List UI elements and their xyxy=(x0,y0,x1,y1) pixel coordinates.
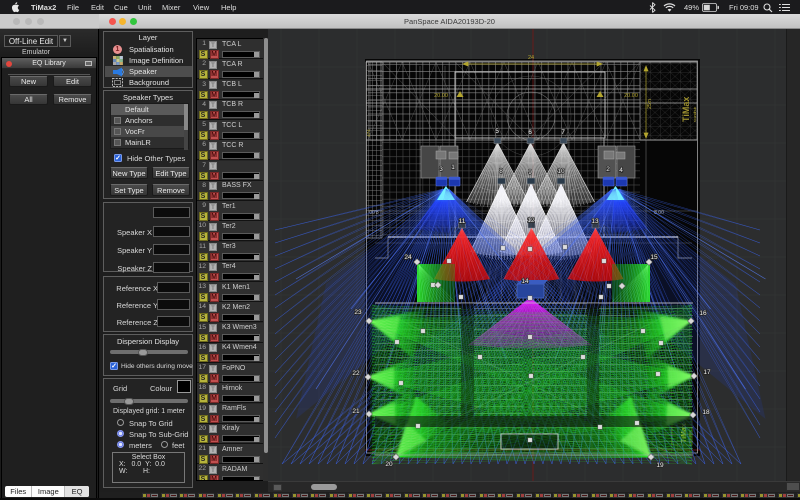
svg-text:TiMax: TiMax xyxy=(681,97,691,122)
svg-text:9: 9 xyxy=(528,169,532,176)
svg-text:10: 10 xyxy=(557,168,565,175)
svg-text:14: 14 xyxy=(521,278,529,285)
svg-text:25m: 25m xyxy=(647,99,653,109)
svg-text:12: 12 xyxy=(527,217,535,224)
svg-text:24: 24 xyxy=(528,55,534,61)
svg-text:8: 8 xyxy=(499,168,503,175)
svg-text:474: 474 xyxy=(366,129,371,137)
svg-text:19: 19 xyxy=(656,462,664,469)
svg-text:17: 17 xyxy=(703,369,711,376)
svg-text:13: 13 xyxy=(591,218,599,225)
svg-text:15: 15 xyxy=(650,254,658,261)
svg-text:21: 21 xyxy=(352,408,360,415)
svg-text:24: 24 xyxy=(404,254,412,261)
svg-text:2: 2 xyxy=(606,166,610,173)
svg-text:16: 16 xyxy=(699,310,707,317)
svg-text:22: 22 xyxy=(352,370,360,377)
svg-text:20: 20 xyxy=(385,461,393,468)
svg-text:20.00: 20.00 xyxy=(434,93,448,99)
svg-text:soundhub: soundhub xyxy=(693,107,697,122)
svg-text:6: 6 xyxy=(528,129,532,136)
svg-text:5: 5 xyxy=(495,128,499,135)
svg-text:23: 23 xyxy=(354,309,362,316)
svg-text:4: 4 xyxy=(619,167,623,174)
svg-text:18: 18 xyxy=(702,409,710,416)
svg-text:20.00: 20.00 xyxy=(624,93,638,99)
svg-text:11: 11 xyxy=(459,218,466,225)
svg-text:3: 3 xyxy=(439,166,443,173)
svg-text:7: 7 xyxy=(561,129,565,136)
svg-text:1: 1 xyxy=(451,164,455,171)
